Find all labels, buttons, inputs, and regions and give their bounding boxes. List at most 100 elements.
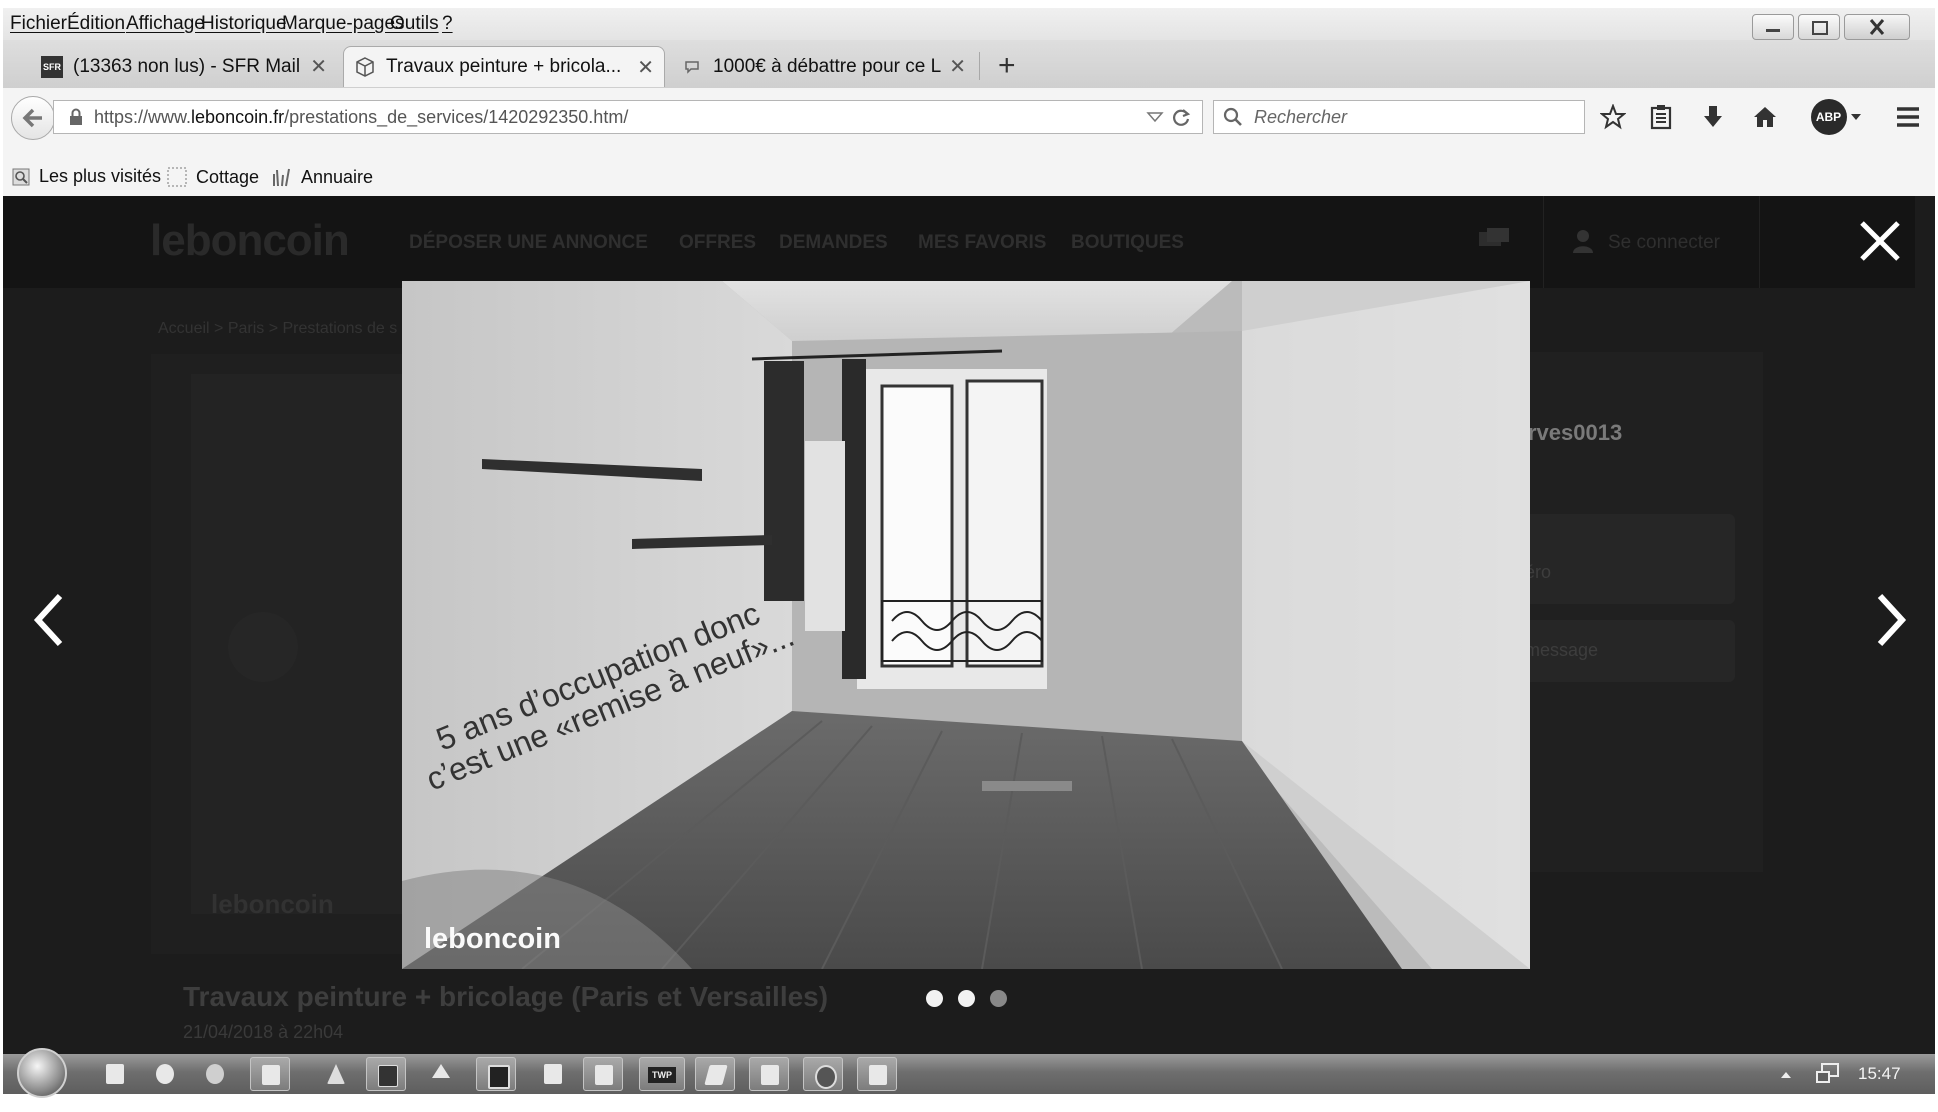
window-icon (488, 1065, 510, 1089)
bookmark-cottage[interactable]: Cottage (166, 166, 259, 188)
tab-close-icon[interactable]: ✕ (949, 54, 966, 79)
new-tab-button[interactable]: + (998, 49, 1016, 83)
mail-icon (761, 1065, 779, 1085)
message-button-bg[interactable]: message (1515, 620, 1735, 682)
downloads-button[interactable] (1698, 102, 1728, 132)
search-placeholder: Rechercher (1254, 106, 1348, 127)
taskbar-app-10[interactable] (583, 1057, 623, 1091)
ad-title: Travaux peinture + bricolage (Paris et V… (183, 981, 829, 1012)
firefox-icon (815, 1065, 837, 1089)
pagination-dot-3[interactable] (990, 990, 1007, 1007)
app-icon (432, 1064, 450, 1078)
minimize-button[interactable] (1752, 14, 1794, 40)
messages-icon[interactable] (1477, 226, 1511, 254)
taskbar-pdf[interactable] (366, 1057, 406, 1091)
tab-leboncoin[interactable]: Travaux peinture + bricola... ✕ (343, 46, 665, 87)
app-icon (704, 1065, 728, 1085)
tab-sfr-mail[interactable]: SFR (13363 non lus) - SFR Mail ... ✕ (31, 46, 337, 87)
document-icon (869, 1065, 887, 1085)
menu-historique[interactable]: Historique (201, 13, 287, 35)
pagination-dot-1[interactable] (926, 990, 943, 1007)
close-icon (1869, 19, 1885, 35)
menu-affichage[interactable]: Affichage (126, 13, 205, 35)
nav-offres[interactable]: OFFRES (679, 232, 756, 254)
taskbar-app-13[interactable] (749, 1057, 789, 1091)
back-button[interactable] (11, 96, 55, 140)
login-link[interactable]: Se connecter (1608, 232, 1720, 254)
close-window-button[interactable] (1844, 14, 1910, 40)
menu-bar: Fichier Édition Affichage Historique Mar… (3, 8, 1935, 40)
taskbar-notepad-2[interactable] (857, 1057, 897, 1091)
bookmark-star-button[interactable] (1598, 102, 1628, 132)
nav-favoris[interactable]: MES FAVORIS (918, 232, 1046, 254)
bookmark-label: Les plus visités (39, 166, 162, 186)
breadcrumb: Accueil > Paris > Prestations de s (158, 320, 398, 337)
bookmark-label: Annuaire (301, 166, 374, 187)
home-button[interactable] (1750, 102, 1780, 132)
menu-marque-pages[interactable]: Marque-pages (282, 13, 405, 35)
navigation-bar: https://www.leboncoin.fr/prestations_de_… (3, 88, 1935, 158)
chat-icon (681, 56, 703, 78)
bookmark-annuaire[interactable]: Annuaire (271, 166, 373, 188)
menu-button[interactable] (1893, 102, 1923, 132)
header-divider (1543, 196, 1544, 288)
sfr-icon: SFR (41, 55, 63, 78)
menu-edition[interactable]: Édition (67, 13, 125, 35)
download-icon (1704, 106, 1722, 127)
restore-button[interactable] (1798, 14, 1840, 40)
taskbar-notepad[interactable] (95, 1057, 135, 1091)
start-button[interactable] (17, 1048, 67, 1098)
tab-chat[interactable]: 1000€ à débattre pour ce L... ✕ (671, 46, 976, 87)
taskbar-app-7[interactable] (421, 1057, 461, 1091)
bg-prev-circle (228, 612, 298, 682)
nav-demandes[interactable]: DEMANDES (779, 232, 888, 254)
menu-fichier[interactable]: Fichier (10, 13, 67, 35)
network-icon[interactable] (1815, 1062, 1841, 1086)
reload-icon[interactable] (1170, 106, 1192, 128)
home-icon (1754, 107, 1776, 127)
minimize-icon (1766, 29, 1780, 32)
next-arrow-icon[interactable] (1870, 590, 1910, 650)
taskbar-app-3[interactable] (195, 1057, 235, 1091)
bookmarks-list-button[interactable] (1646, 102, 1676, 132)
tab-label: 1000€ à débattre pour ce L... (713, 55, 942, 77)
star-icon (1600, 104, 1626, 130)
tab-label: (13363 non lus) - SFR Mail ... (73, 55, 303, 77)
taskbar: TWP 15:47 (3, 1048, 1935, 1098)
bg-watermark: leboncoin (211, 889, 334, 919)
site-logo[interactable]: leboncoin (150, 216, 350, 266)
dropdown-arrow-icon[interactable] (1146, 110, 1164, 124)
nav-deposer[interactable]: DÉPOSER UNE ANNONCE (409, 232, 648, 254)
nav-boutiques[interactable]: BOUTIQUES (1071, 232, 1184, 254)
address-bar[interactable]: https://www.leboncoin.fr/prestations_de_… (53, 100, 1203, 134)
menu-help[interactable]: ? (442, 13, 453, 35)
taskbar-app-2[interactable] (145, 1057, 185, 1091)
adblock-icon: ABP (1810, 99, 1847, 135)
previous-arrow-icon[interactable] (30, 590, 70, 650)
menu-outils[interactable]: Outils (390, 13, 439, 35)
taskbar-app-9[interactable] (533, 1057, 573, 1091)
tab-close-icon[interactable]: ✕ (637, 55, 654, 80)
taskbar-vlc[interactable] (316, 1057, 356, 1091)
gallery-photo[interactable]: 5 ans d’occupation donc c’est une «remis… (402, 281, 1530, 969)
taskbar-firefox[interactable] (803, 1057, 843, 1091)
taskbar-app-12[interactable] (695, 1057, 735, 1091)
taskbar-app-8[interactable] (476, 1057, 516, 1091)
pagination-dot-2[interactable] (958, 990, 975, 1007)
taskbar-app-4[interactable] (250, 1057, 290, 1091)
taskbar-twp[interactable]: TWP (639, 1057, 685, 1091)
phone-button-bg[interactable]: éro (1515, 514, 1735, 604)
taskbar-clock[interactable]: 15:47 (1858, 1064, 1901, 1084)
chevron-down-icon (1850, 114, 1861, 120)
lock-icon (70, 108, 82, 125)
tray-expand-icon[interactable] (1780, 1070, 1792, 1080)
tab-close-icon[interactable]: ✕ (310, 54, 327, 79)
close-lightbox-icon[interactable] (1857, 218, 1903, 264)
room-photo: 5 ans d’occupation donc c’est une «remis… (402, 281, 1530, 969)
site-header: leboncoin DÉPOSER UNE ANNONCE OFFRES DEM… (3, 196, 1915, 288)
url-text: https://www.leboncoin.fr/prestations_de_… (94, 106, 629, 127)
bookmark-most-visited[interactable]: Les plus visités (11, 166, 161, 187)
bookmarks-bar: Les plus visités Cottage Annuaire (3, 158, 1935, 196)
search-box[interactable]: Rechercher (1213, 100, 1585, 134)
adblock-button[interactable]: ABP (1808, 99, 1864, 135)
